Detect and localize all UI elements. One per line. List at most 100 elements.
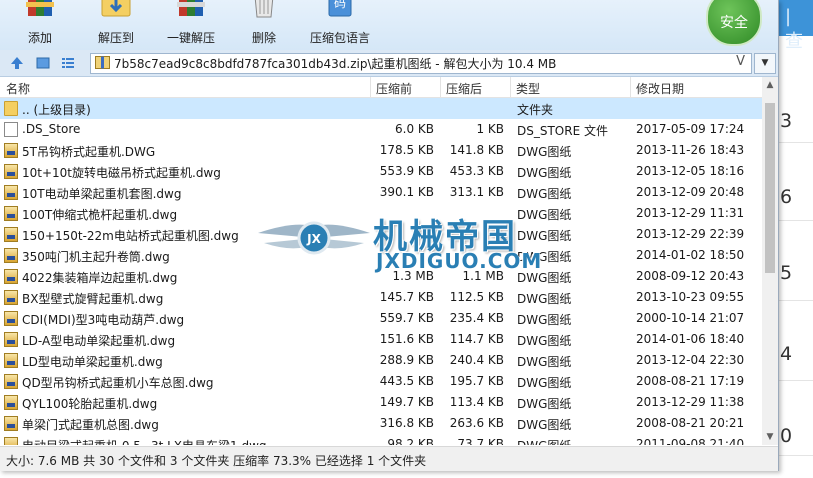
file-name: LD型电动单梁起重机.dwg [22, 355, 163, 369]
column-header: 名称 压缩前 压缩后 类型 修改日期 [0, 77, 762, 98]
column-divider[interactable] [440, 77, 441, 97]
delete-button[interactable]: 删除 [242, 0, 286, 50]
background-tab-text: | 查 [785, 6, 803, 52]
file-name: 350吨门机主起升卷筒.dwg [22, 250, 170, 264]
file-modified-date: 2000-10-14 21:07 [636, 311, 745, 325]
file-name: QD型吊钩桥式起重机小车总图.dwg [22, 376, 214, 390]
file-modified-date: 2013-12-29 22:39 [636, 227, 745, 241]
background-divider [778, 380, 813, 381]
file-packed-size: 112.5 KB [449, 290, 504, 304]
file-size: 151.6 KB [379, 332, 434, 346]
dwg-file-icon [4, 206, 18, 221]
column-modified[interactable]: 修改日期 [636, 80, 684, 97]
file-packed-size: 313.1 KB [449, 185, 504, 199]
file-name: 4022集装箱岸边起重机.dwg [22, 271, 178, 285]
file-row[interactable]: 10t+10t旋转电磁吊桥式起重机.dwg 553.9 KB 453.3 KB DWG… [0, 161, 762, 182]
archive-language-button[interactable]: 码 压缩包语言 [306, 0, 374, 50]
file-type: DWG图纸 [517, 208, 572, 222]
path-history-glyph[interactable]: V [736, 54, 745, 69]
file-row[interactable]: .. (上级目录) 文件夹 [0, 98, 762, 119]
file-row[interactable]: LD型电动单梁起重机.dwg 288.9 KB 240.4 KB DWG图纸 2013-… [0, 350, 762, 371]
file-row[interactable]: 350吨门机主起升卷筒.dwg DWG图纸 2014-01-02 18:50 [0, 245, 762, 266]
file-list: .. (上级目录) 文件夹 .DS_Store 6.0 KB 1 KB DS_STORE … [0, 98, 762, 445]
file-name: 电动目梁式起重机 0.5~3t LX电县东梁1.dwg [22, 437, 267, 445]
file-modified-date: 2013-12-05 18:16 [636, 164, 745, 178]
add-books-icon [26, 0, 54, 16]
file-modified-date: 2017-05-09 17:24 [636, 122, 745, 136]
file-size: 178.5 KB [379, 143, 434, 157]
column-size[interactable]: 压缩前 [376, 80, 412, 97]
file-type: DWG图纸 [517, 229, 572, 243]
file-type: DWG图纸 [517, 145, 572, 159]
file-row[interactable]: LD-A型电动单梁起重机.dwg 151.6 KB 114.7 KB DWG图纸 201… [0, 329, 762, 350]
file-packed-size: 1 KB [476, 122, 504, 136]
file-type: 文件夹 [517, 103, 554, 117]
file-type: DWG图纸 [517, 292, 572, 306]
file-row[interactable]: QD型吊钩桥式起重机小车总图.dwg 443.5 KB 195.7 KB DWG图纸 2… [0, 371, 762, 392]
path-dropdown-button[interactable]: ▼ [754, 53, 776, 74]
file-row[interactable]: CDI(MDI)型3吨电动葫芦.dwg 559.7 KB 235.4 KB DWG图纸… [0, 308, 762, 329]
file-icon [4, 122, 18, 137]
thumbnail-view-icon[interactable] [35, 55, 51, 71]
extract-to-button[interactable]: 解压到 [90, 0, 142, 50]
file-size: 553.9 KB [379, 164, 434, 178]
file-packed-size: 240.4 KB [449, 353, 504, 367]
folder-icon [4, 101, 18, 116]
file-type: DWG图纸 [517, 418, 572, 432]
background-page: | 查 3 6 5 4 0 [778, 0, 813, 478]
file-type: DWG图纸 [517, 397, 572, 411]
file-row[interactable]: .DS_Store 6.0 KB 1 KB DS_STORE 文件 2017-05-09… [0, 119, 762, 140]
one-click-extract-button[interactable]: 一键解压 [162, 0, 220, 50]
file-name: 单梁门式起重机总图.dwg [22, 418, 159, 432]
file-row[interactable]: 5T吊钩桥式起重机.DWG 178.5 KB 141.8 KB DWG图纸 2013-1… [0, 140, 762, 161]
path-field[interactable]: 7b58c7ead9c8c8bdfd787fca301db43d.zip\起重机… [90, 53, 752, 74]
file-row[interactable]: 150+150t-22m电站桥式起重机图.dwg DWG图纸 2013-12-29 … [0, 224, 762, 245]
dwg-file-icon [4, 290, 18, 305]
column-divider[interactable] [630, 77, 631, 97]
file-packed-size: 113.4 KB [449, 395, 504, 409]
file-packed-size: 73.7 KB [457, 437, 504, 445]
scroll-down-icon[interactable]: ▼ [762, 429, 778, 445]
column-divider[interactable] [510, 77, 511, 97]
file-row[interactable]: QYL100轮胎起重机.dwg 149.7 KB 113.4 KB DWG图纸 2013… [0, 392, 762, 413]
trash-icon [254, 0, 274, 18]
file-row[interactable]: 单梁门式起重机总图.dwg 316.8 KB 263.6 KB DWG图纸 2008-0… [0, 413, 762, 434]
file-modified-date: 2013-12-29 11:38 [636, 395, 745, 409]
up-arrow-icon[interactable] [9, 55, 25, 71]
dwg-file-icon [4, 185, 18, 200]
file-row[interactable]: 4022集装箱岸边起重机.dwg 1.3 MB 1.1 MB DWG图纸 2008-09… [0, 266, 762, 287]
dwg-file-icon [4, 353, 18, 368]
column-type[interactable]: 类型 [516, 80, 540, 97]
file-row[interactable]: 电动目梁式起重机 0.5~3t LX电县东梁1.dwg 98.2 KB 73.7 K… [0, 434, 762, 445]
file-row[interactable]: 100T伸缩式桅杆起重机.dwg DWG图纸 2013-12-29 11:31 [0, 203, 762, 224]
file-type: DWG图纸 [517, 166, 572, 180]
archive-language-icon: 码 [328, 0, 352, 17]
file-name: 10T电动单梁起重机套图.dwg [22, 187, 182, 201]
column-packed[interactable]: 压缩后 [446, 80, 482, 97]
file-size: 1.3 MB [392, 269, 434, 283]
security-badge[interactable]: 安全 [706, 0, 762, 46]
status-text: 大小: 7.6 MB 共 30 个文件和 3 个文件夹 压缩率 73.3% 已经… [6, 454, 427, 468]
file-row[interactable]: 10T电动单梁起重机套图.dwg 390.1 KB 313.1 KB DWG图纸 201… [0, 182, 762, 203]
add-button[interactable]: 添加 [18, 0, 62, 50]
delete-label: 删除 [251, 31, 276, 45]
column-name[interactable]: 名称 [6, 80, 30, 97]
column-divider[interactable] [370, 77, 371, 97]
file-type: DWG图纸 [517, 250, 572, 264]
dwg-file-icon [4, 164, 18, 179]
archive-window: 添加 解压到 一键解压 删除 码 压缩包语言 安全 7b58c7ead9c8c8… [0, 0, 779, 471]
file-name: 100T伸缩式桅杆起重机.dwg [22, 208, 178, 222]
file-size: 443.5 KB [379, 374, 434, 388]
list-view-icon[interactable] [60, 55, 76, 71]
file-type: DWG图纸 [517, 271, 572, 285]
scroll-up-icon[interactable]: ▲ [762, 77, 778, 93]
vertical-scrollbar[interactable]: ▲ ▼ [762, 77, 778, 445]
file-row[interactable]: BX型壁式旋臂起重机.dwg 145.7 KB 112.5 KB DWG图纸 2013-… [0, 287, 762, 308]
dwg-file-icon [4, 227, 18, 242]
file-modified-date: 2008-08-21 17:19 [636, 374, 745, 388]
file-modified-date: 2008-09-12 20:43 [636, 269, 745, 283]
scroll-thumb[interactable] [765, 103, 775, 273]
file-packed-size: 235.4 KB [449, 311, 504, 325]
file-name: BX型壁式旋臂起重机.dwg [22, 292, 164, 306]
dwg-file-icon [4, 248, 18, 263]
